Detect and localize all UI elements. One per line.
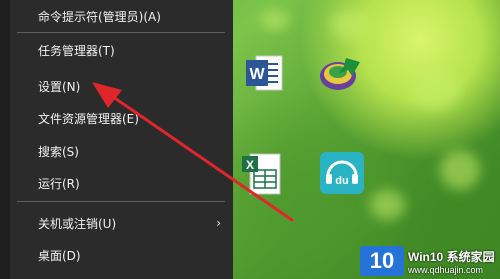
chevron-right-icon: › [216, 216, 221, 230]
menu-item-search[interactable]: 搜索(S) [0, 135, 233, 167]
menu-item-file-explorer[interactable]: 文件资源管理器(E) [0, 102, 233, 134]
music-app-icon[interactable]: du [318, 150, 366, 196]
menu-item-label: 桌面(D) [38, 248, 81, 263]
menu-item-label: 文件资源管理器(E) [38, 111, 139, 126]
music-app-icon-text: du [335, 175, 348, 187]
watermark-logo: 10 Win10 系统家园 www.qdhuajin.com [360, 245, 498, 277]
excel-icon[interactable]: X [240, 150, 284, 198]
menu-item-desktop[interactable]: 桌面(D) [0, 239, 233, 271]
menu-item-label: 命令提示符(管理员)(A) [38, 9, 161, 24]
menu-separator [17, 201, 225, 202]
download-manager-icon[interactable] [316, 52, 364, 96]
menu-item-label: 搜索(S) [38, 144, 79, 159]
word-icon-letter: W [249, 66, 265, 83]
menu-item-label: 关机或注销(U) [38, 216, 117, 231]
menu-item-shutdown-signout[interactable]: 关机或注销(U) › [0, 207, 233, 239]
menu-item-settings[interactable]: 设置(N) [0, 70, 233, 102]
word-icon[interactable]: W [244, 52, 284, 96]
watermark-url: www.qdhuajin.com [408, 264, 484, 275]
menu-item-label: 设置(N) [38, 79, 81, 94]
winx-context-menu: 命令提示符(管理员)(A) 任务管理器(T) 设置(N) 文件资源管理器(E) … [0, 0, 233, 279]
excel-icon-letter: X [246, 158, 254, 172]
menu-item-command-prompt-admin[interactable]: 命令提示符(管理员)(A) [0, 0, 233, 32]
watermark-title: Win10 系统家园 [408, 249, 495, 264]
menu-separator [17, 32, 225, 33]
menu-item-label: 任务管理器(T) [38, 43, 115, 58]
menu-item-task-manager[interactable]: 任务管理器(T) [0, 34, 233, 66]
menu-item-label: 运行(R) [38, 176, 80, 191]
brand-mark: 10 [360, 246, 404, 276]
menu-item-run[interactable]: 运行(R) [0, 167, 233, 199]
